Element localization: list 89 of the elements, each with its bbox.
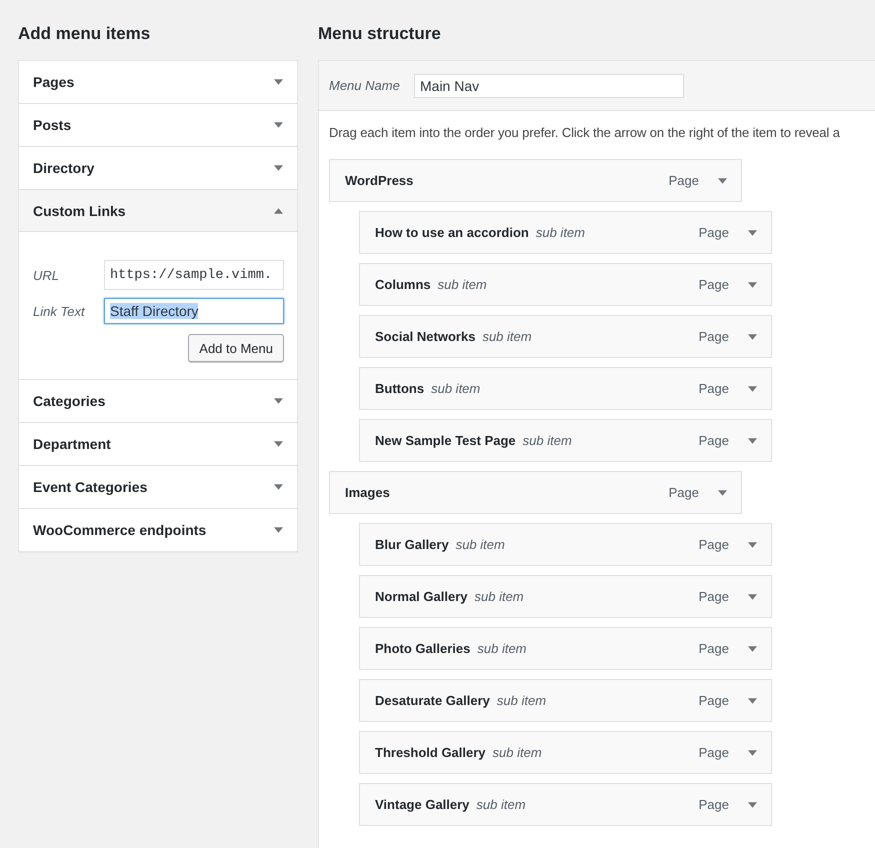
item-title: Columns [375, 277, 431, 292]
menu-item[interactable]: Normal Gallery sub item Page [359, 575, 772, 618]
accordion-header[interactable]: Posts [19, 104, 297, 146]
item-type: Page [698, 588, 729, 606]
item-subtitle: sub item [431, 381, 480, 396]
menu-item[interactable]: Buttons sub item Page [359, 367, 772, 410]
menu-item[interactable]: New Sample Test Page sub item Page [359, 419, 772, 462]
caret-icon [274, 79, 283, 85]
caret-icon[interactable] [748, 334, 757, 340]
caret-icon[interactable] [748, 646, 757, 652]
item-subtitle: sub item [438, 277, 487, 292]
caret-icon[interactable] [748, 698, 757, 704]
item-title: Blur Gallery [375, 537, 449, 552]
caret-icon[interactable] [748, 438, 757, 444]
item-subtitle: sub item [522, 433, 572, 448]
field-label: Menu Name [329, 78, 401, 93]
item-subtitle: sub item [482, 329, 532, 344]
item-subtitle: sub item [536, 225, 585, 240]
menu-item[interactable]: Images Page [329, 471, 742, 514]
menu-item[interactable]: WordPress Page [329, 159, 742, 202]
item-title: Photo Galleries [375, 641, 470, 656]
accordion-header[interactable]: Event Categories [19, 466, 297, 508]
caret-icon[interactable] [748, 282, 757, 288]
item-subtitle: sub item [477, 641, 527, 656]
item-type: Page [698, 640, 729, 658]
menu-item[interactable]: Threshold Gallery sub item Page [359, 731, 772, 774]
item-type: Page [698, 432, 729, 450]
caret-icon [274, 527, 283, 533]
accordion-header[interactable]: Categories [19, 380, 297, 422]
item-subtitle: sub item [474, 589, 524, 604]
item-subtitle: sub item [496, 693, 546, 708]
add-to-menu-button[interactable]: Add to Menu [188, 334, 284, 362]
input-field[interactable]: Staff Directory [104, 298, 284, 324]
accordion-header[interactable]: Directory [19, 147, 297, 189]
item-subtitle: sub item [492, 745, 542, 760]
item-title: Social Networks [375, 329, 476, 344]
menu-name-field[interactable]: Main Nav [414, 74, 684, 98]
item-title: WordPress [345, 173, 414, 188]
input-field[interactable]: https://sample.vimm. [104, 260, 284, 290]
caret-icon[interactable] [718, 490, 727, 496]
caret-icon[interactable] [748, 802, 757, 808]
caret-icon [274, 208, 283, 214]
item-type: Page [698, 328, 729, 346]
menu-item[interactable]: Blur Gallery sub item Page [359, 523, 772, 566]
item-title: Images [345, 485, 390, 500]
item-subtitle: sub item [456, 537, 505, 552]
caret-icon [274, 398, 283, 404]
menu-item[interactable]: Social Networks sub item Page [359, 315, 772, 358]
item-type: Page [698, 796, 729, 814]
item-type: Page [698, 692, 729, 710]
item-type: Page [698, 744, 729, 762]
item-title: Normal Gallery [375, 589, 468, 604]
item-title: Vintage Gallery [375, 797, 470, 812]
menu-item[interactable]: Desaturate Gallery sub item Page [359, 679, 772, 722]
caret-icon [274, 165, 283, 171]
accordion-header[interactable]: Department [19, 423, 297, 465]
field-label: Link Text [33, 304, 86, 318]
item-subtitle: sub item [476, 797, 526, 812]
menu-item[interactable]: How to use an accordion sub item Page [359, 211, 772, 254]
caret-icon[interactable] [748, 750, 757, 756]
section-heading: Add menu items [18, 24, 152, 44]
item-title: Threshold Gallery [375, 745, 486, 760]
caret-icon[interactable] [718, 178, 727, 184]
item-type: Page [698, 380, 729, 398]
caret-icon[interactable] [748, 230, 757, 236]
item-type: Page [668, 172, 699, 190]
accordion-header[interactable]: Custom Links [19, 190, 297, 232]
field-label: URL [33, 268, 60, 282]
item-title: How to use an accordion [375, 225, 529, 240]
item-title: Desaturate Gallery [375, 693, 490, 708]
item-type: Page [698, 276, 729, 294]
item-type: Page [668, 484, 699, 502]
item-title: New Sample Test Page [375, 433, 516, 448]
menu-item[interactable]: Vintage Gallery sub item Page [359, 783, 772, 826]
caret-icon[interactable] [748, 386, 757, 392]
accordion-header[interactable]: Pages [19, 61, 297, 103]
item-title: Buttons [375, 381, 424, 396]
caret-icon [274, 122, 283, 128]
caret-icon [274, 441, 283, 447]
item-type: Page [698, 224, 729, 242]
instructions-text: Drag each item into the order you prefer. Click the arrow on the right of the item to reveal a [329, 125, 841, 140]
section-heading: Menu structure [318, 24, 442, 44]
caret-icon[interactable] [748, 542, 757, 548]
item-type: Page [698, 536, 729, 554]
accordion-header[interactable]: WooCommerce endpoints [19, 509, 297, 551]
menu-item[interactable]: Photo Galleries sub item Page [359, 627, 772, 670]
caret-icon[interactable] [748, 594, 757, 600]
caret-icon [274, 484, 283, 490]
menu-item[interactable]: Columns sub item Page [359, 263, 772, 306]
